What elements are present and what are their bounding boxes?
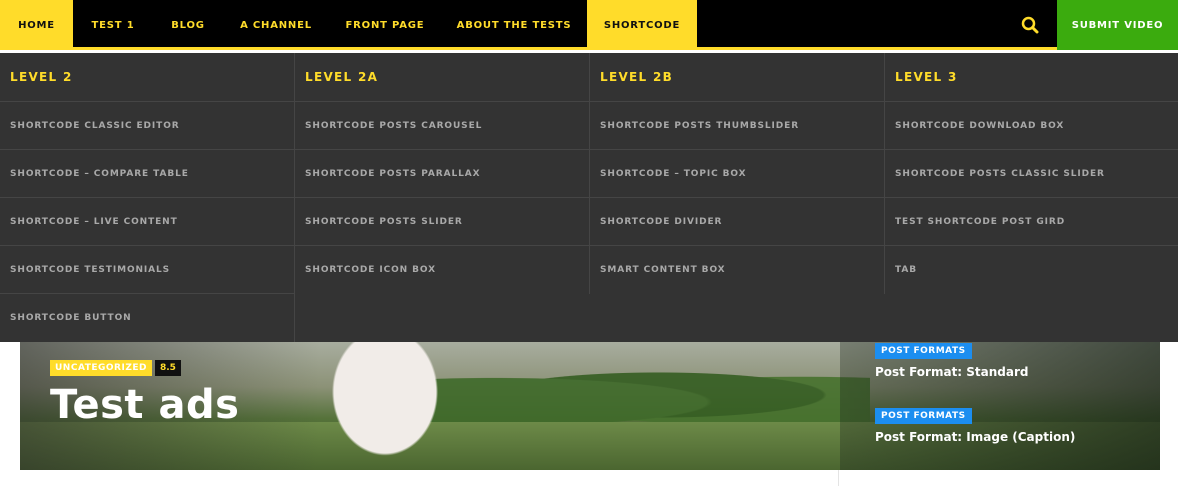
menu-link[interactable]: SMART CONTENT BOX [590, 246, 885, 294]
mega-menu-column-level-2b: LEVEL 2B SHORTCODE POSTS THUMBSLIDER SHO… [590, 53, 885, 294]
menu-link[interactable]: SHORTCODE ICON BOX [295, 246, 590, 294]
column-heading: LEVEL 2 [0, 53, 295, 102]
menu-link[interactable]: SHORTCODE POSTS PARALLAX [295, 150, 590, 198]
mega-menu-column-level-2a: LEVEL 2A SHORTCODE POSTS CAROUSEL SHORTC… [295, 53, 590, 294]
content-divider [838, 470, 839, 486]
search-icon [1021, 16, 1039, 34]
hero-image-figure [310, 342, 460, 470]
nav-item-front-page[interactable]: FRONT PAGE [329, 0, 441, 50]
nav-item-about-the-tests[interactable]: ABOUT THE TESTS [441, 0, 587, 50]
menu-link[interactable]: SHORTCODE TESTIMONIALS [0, 246, 295, 294]
category-badge[interactable]: UNCATEGORIZED [50, 360, 152, 376]
menu-link[interactable]: TAB [885, 246, 1178, 294]
column-heading: LEVEL 3 [885, 53, 1178, 102]
menu-link[interactable]: SHORTCODE DOWNLOAD BOX [885, 102, 1178, 150]
menu-link[interactable]: SHORTCODE POSTS THUMBSLIDER [590, 102, 885, 150]
menu-link[interactable]: SHORTCODE BUTTON [0, 294, 295, 342]
hero-title[interactable]: Test ads [50, 382, 239, 428]
score-badge: 8.5 [154, 360, 181, 376]
menu-link[interactable]: SHORTCODE POSTS SLIDER [295, 198, 590, 246]
nav-item-a-channel[interactable]: A CHANNEL [223, 0, 329, 50]
column-heading: LEVEL 2B [590, 53, 885, 102]
hero-image-trees [400, 360, 870, 430]
mega-menu-column-level-3: LEVEL 3 SHORTCODE DOWNLOAD BOX SHORTCODE… [885, 53, 1178, 294]
menu-link[interactable]: SHORTCODE DIVIDER [590, 198, 885, 246]
main-menu: HOME TEST 1 BLOG A CHANNEL FRONT PAGE AB… [0, 0, 697, 50]
nav-item-shortcode[interactable]: SHORTCODE [587, 0, 697, 50]
menu-link[interactable]: TEST SHORTCODE POST GIRD [885, 198, 1178, 246]
hero-badges: UNCATEGORIZED 8.5 [50, 360, 181, 376]
side-post-title[interactable]: Post Format: Image (Caption) [875, 430, 1075, 444]
menu-link[interactable]: SHORTCODE POSTS CAROUSEL [295, 102, 590, 150]
menu-link[interactable]: SHORTCODE POSTS CLASSIC SLIDER [885, 150, 1178, 198]
search-button[interactable] [1004, 0, 1056, 50]
nav-item-test-1[interactable]: TEST 1 [73, 0, 153, 50]
nav-item-home[interactable]: HOME [0, 0, 73, 50]
side-post[interactable]: POST FORMATS Post Format: Standard [875, 338, 1029, 379]
shortcode-mega-menu: LEVEL 2 SHORTCODE CLASSIC EDITOR SHORTCO… [0, 53, 1178, 342]
side-post-title[interactable]: Post Format: Standard [875, 365, 1029, 379]
nav-item-blog[interactable]: BLOG [153, 0, 223, 50]
post-format-badge[interactable]: POST FORMATS [875, 408, 972, 424]
side-post[interactable]: POST FORMATS Post Format: Image (Caption… [875, 403, 1075, 444]
menu-link[interactable]: SHORTCODE – COMPARE TABLE [0, 150, 295, 198]
submit-video-button[interactable]: SUBMIT VIDEO [1057, 0, 1178, 50]
menu-link[interactable]: SHORTCODE – TOPIC BOX [590, 150, 885, 198]
menu-link[interactable]: SHORTCODE – LIVE CONTENT [0, 198, 295, 246]
mega-menu-column-level-2: LEVEL 2 SHORTCODE CLASSIC EDITOR SHORTCO… [0, 53, 295, 342]
menu-link[interactable]: SHORTCODE CLASSIC EDITOR [0, 102, 295, 150]
top-navigation-bar: HOME TEST 1 BLOG A CHANNEL FRONT PAGE AB… [0, 0, 1178, 50]
post-format-badge[interactable]: POST FORMATS [875, 343, 972, 359]
content-area [0, 470, 1178, 486]
column-heading: LEVEL 2A [295, 53, 590, 102]
